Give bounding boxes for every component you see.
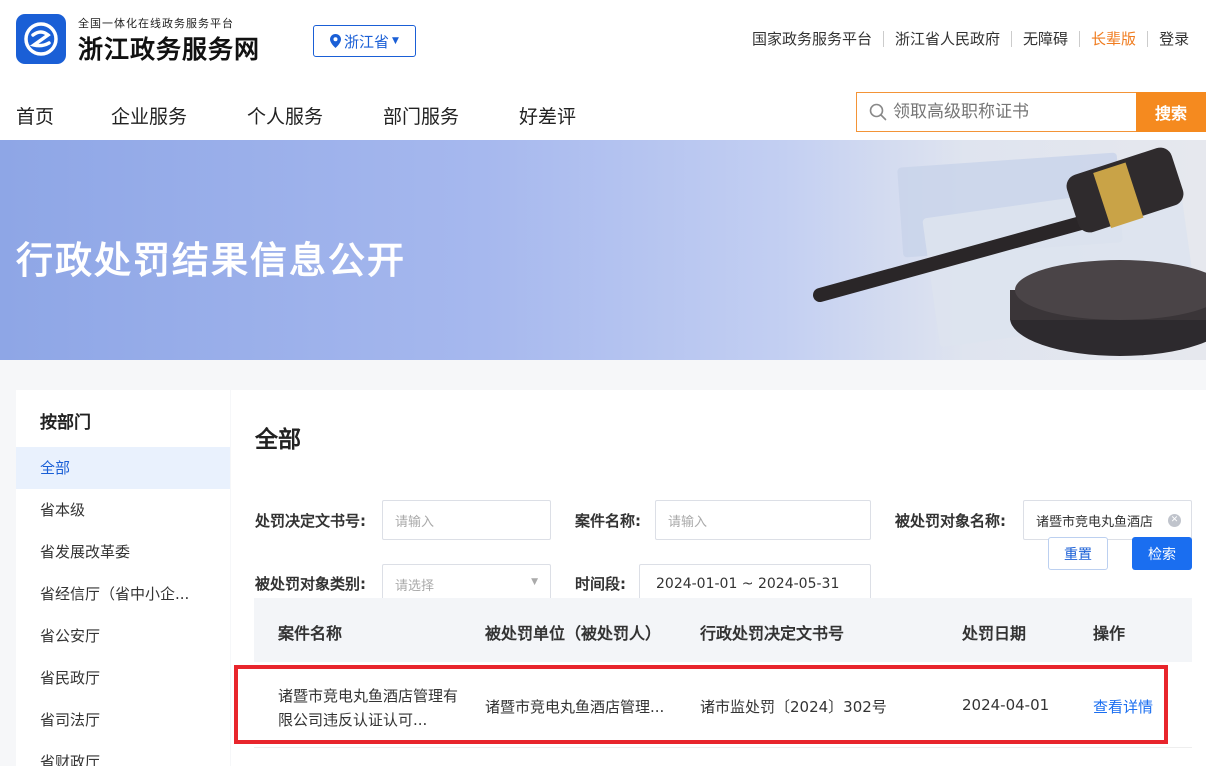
region-label: 浙江省 [344,32,390,51]
nav-personal[interactable]: 个人服务 [247,102,323,129]
target-name-label: 被处罚对象名称: [895,512,1006,530]
nav-rating[interactable]: 好差评 [519,102,576,129]
department-sidebar: 按部门 全部 省本级 省发展改革委 省经信厅（省中小企... 省公安厅 省民政厅… [16,390,230,766]
link-provincial-government[interactable]: 浙江省人民政府 [883,31,1011,47]
search-button[interactable]: 搜索 [1136,92,1206,132]
link-elder-mode[interactable]: 长辈版 [1079,31,1147,47]
search-submit-button[interactable]: 检索 [1132,537,1192,570]
unit-cell: 诸暨市竞电丸鱼酒店管理... [485,698,665,716]
target-type-placeholder: 请选择 [395,578,435,594]
gavel-illustration [813,147,1206,356]
date-range-value: 2024-01-01 ~ 2024-05-31 [656,576,840,592]
date-cell: 2024-04-01 [962,696,1050,714]
doc-no-input[interactable]: 请输入 [382,500,551,540]
top-header: 全国一体化在线政务服务平台 浙江政务服务网 浙江省 ▼ 国家政务服务平台 浙江省… [0,0,1206,80]
caret-down-icon: ▼ [392,36,399,46]
sidebar-item-all[interactable]: 全部 [16,447,230,489]
link-login[interactable]: 登录 [1147,31,1200,47]
sidebar-heading: 按部门 [40,413,91,433]
clear-icon[interactable]: ✕ [1168,514,1181,527]
col-action: 操作 [1093,624,1126,643]
banner: 行政处罚结果信息公开 [0,140,1206,360]
results-panel: 全部 处罚决定文书号: 请输入 案件名称: 请输入 被处罚对象名称: 诸暨市竞电… [231,390,1206,766]
doc-no-placeholder: 请输入 [395,514,435,530]
location-pin-icon [330,34,342,48]
col-unit: 被处罚单位（被处罚人） [485,624,662,643]
logo-icon [24,22,58,56]
case-name-label: 案件名称: [575,512,641,530]
sidebar-item-development-reform[interactable]: 省发展改革委 [16,531,230,573]
brand-subtitle: 全国一体化在线政务服务平台 [78,17,234,30]
case-name-cell: 诸暨市竞电丸鱼酒店管理有限公司违反认证认可... [278,687,459,729]
col-doc-no: 行政处罚决定文书号 [700,624,845,643]
top-links: 国家政务服务平台 浙江省人民政府 无障碍 长辈版 登录 [750,29,1200,49]
sidebar-item-civil-affairs[interactable]: 省民政厅 [16,657,230,699]
content-area: 按部门 全部 省本级 省发展改革委 省经信厅（省中小企... 省公安厅 省民政厅… [0,360,1206,766]
col-date: 处罚日期 [962,624,1027,643]
table-header: 案件名称 被处罚单位（被处罚人） 行政处罚决定文书号 处罚日期 操作 [254,598,1192,662]
reset-button[interactable]: 重置 [1048,537,1108,570]
dropdown-arrow-icon: ▼ [531,577,538,587]
nav-enterprise[interactable]: 企业服务 [111,102,187,129]
banner-title: 行政处罚结果信息公开 [16,239,406,282]
sidebar-item-economy-it[interactable]: 省经信厅（省中小企... [16,573,230,615]
search-icon [869,103,887,121]
page-title: 全部 [255,427,301,453]
sidebar-item-public-security[interactable]: 省公安厅 [16,615,230,657]
doc-no-cell: 诸市监处罚〔2024〕302号 [700,698,887,716]
period-label: 时间段: [575,575,626,593]
target-name-value: 诸暨市竞电丸鱼酒店 [1036,514,1154,530]
sidebar-item-provincial[interactable]: 省本级 [16,489,230,531]
site-search [856,92,1136,132]
sidebar-item-justice[interactable]: 省司法厅 [16,699,230,741]
brand-title[interactable]: 浙江政务服务网 [78,30,260,66]
case-name-input[interactable]: 请输入 [655,500,871,540]
sidebar-item-finance[interactable]: 省财政厅 [16,741,230,766]
target-type-label: 被处罚对象类别: [255,575,366,593]
nav-home[interactable]: 首页 [16,102,54,129]
nav-department[interactable]: 部门服务 [383,102,459,129]
site-logo[interactable] [16,14,66,64]
doc-no-label: 处罚决定文书号: [255,512,366,530]
search-input[interactable] [893,102,1123,122]
target-name-input[interactable]: 诸暨市竞电丸鱼酒店 ✕ [1023,500,1192,540]
link-national-platform[interactable]: 国家政务服务平台 [750,31,883,47]
region-selector[interactable]: 浙江省 ▼ [313,25,416,57]
table-row: 诸暨市竞电丸鱼酒店管理有限公司违反认证认可... 诸暨市竞电丸鱼酒店管理... … [254,662,1192,748]
link-accessibility[interactable]: 无障碍 [1011,31,1079,47]
case-name-placeholder: 请输入 [668,514,708,530]
col-case-name: 案件名称 [278,624,343,643]
view-details-link[interactable]: 查看详情 [1093,696,1153,717]
